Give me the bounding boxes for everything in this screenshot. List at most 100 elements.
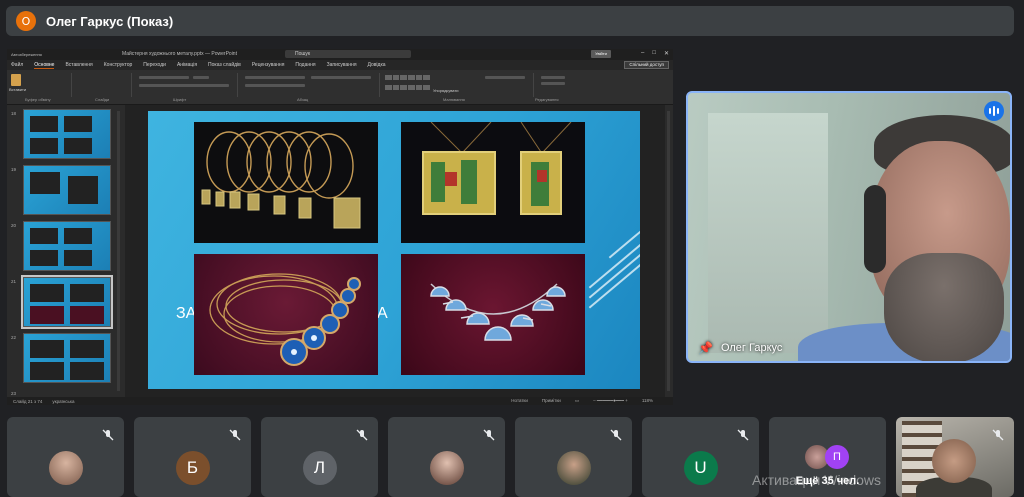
background-door bbox=[708, 113, 828, 353]
pp-title-bar: Автозбереження Майстерня художнього мета… bbox=[7, 49, 673, 60]
paragraph-row[interactable] bbox=[245, 84, 305, 87]
close-icon[interactable]: ✕ bbox=[664, 50, 669, 57]
participant-tile[interactable] bbox=[515, 417, 632, 497]
participant-avatar: П bbox=[825, 445, 849, 469]
thumbnail-scrollbar[interactable] bbox=[117, 111, 120, 391]
shared-screen[interactable]: Автозбереження Майстерня художнього мета… bbox=[7, 49, 673, 405]
headset bbox=[864, 185, 886, 273]
presenter-avatar: О bbox=[16, 11, 36, 31]
presenter-title: Олег Гаркус (Показ) bbox=[46, 13, 174, 29]
share-button[interactable]: Спільний доступ bbox=[624, 61, 669, 69]
tab-transitions[interactable]: Переходи bbox=[143, 62, 166, 68]
arrange-label[interactable]: Упорядкувати bbox=[433, 88, 459, 93]
slide-thumbnail[interactable] bbox=[23, 333, 111, 383]
participant-tile[interactable] bbox=[388, 417, 505, 497]
notes-button[interactable]: Нотатки bbox=[511, 398, 528, 404]
comments-button[interactable]: Примітки bbox=[542, 398, 561, 404]
thumb-number: 19 bbox=[11, 167, 17, 172]
speaking-indicator-icon bbox=[984, 101, 1004, 121]
slide-title-fragment: А bbox=[377, 305, 388, 322]
participant-face bbox=[932, 439, 976, 483]
pinned-video-tile[interactable]: 📌 Олег Гаркус bbox=[686, 91, 1012, 363]
slide-thumbnails[interactable]: 18 19 20 21 22 23 bbox=[11, 109, 115, 397]
pin-icon[interactable]: 📌 bbox=[698, 341, 713, 355]
tab-insert[interactable]: Вставлення bbox=[65, 62, 92, 68]
participant-name: Олег Гаркус bbox=[720, 342, 783, 354]
thumb-number: 18 bbox=[11, 111, 17, 116]
current-slide[interactable]: ЗА А bbox=[148, 111, 640, 389]
find-row[interactable] bbox=[541, 76, 565, 79]
tab-record[interactable]: Записування bbox=[327, 62, 357, 68]
slide-thumbnail[interactable] bbox=[23, 165, 111, 215]
thumb-number: 20 bbox=[11, 223, 17, 228]
mic-off-icon bbox=[483, 429, 495, 444]
thumb-number: 22 bbox=[11, 335, 17, 340]
participant-tile[interactable]: U bbox=[642, 417, 759, 497]
maximize-icon[interactable]: □ bbox=[652, 50, 656, 57]
tab-help[interactable]: Довідка bbox=[368, 62, 386, 68]
slide-photo-silver-necklace bbox=[401, 254, 585, 375]
slide-thumbnail[interactable] bbox=[23, 109, 111, 159]
font-size-box[interactable] bbox=[193, 76, 209, 79]
tab-file[interactable]: Файл bbox=[11, 62, 23, 68]
paragraph-row[interactable] bbox=[245, 76, 305, 79]
replace-row[interactable] bbox=[541, 82, 565, 85]
ribbon-divider bbox=[533, 73, 534, 97]
sign-in-button[interactable]: Увійти bbox=[591, 50, 611, 58]
more-participants-avatars: П bbox=[805, 445, 849, 469]
pp-ribbon: Вставити Упорядкувати Буфер обміну Слайд… bbox=[7, 70, 673, 105]
group-label-editing: Редагування bbox=[535, 97, 559, 102]
group-label-slides: Слайди bbox=[95, 97, 110, 102]
ribbon-divider bbox=[379, 73, 380, 97]
participant-tile[interactable]: Б bbox=[134, 417, 251, 497]
participant-tile[interactable] bbox=[7, 417, 124, 497]
paste-label: Вставити bbox=[9, 87, 27, 92]
autosave-label: Автозбереження bbox=[11, 52, 42, 57]
minimize-icon[interactable]: – bbox=[641, 50, 644, 57]
tab-review[interactable]: Рецензування bbox=[252, 62, 285, 68]
thumb-number: 23 bbox=[11, 391, 17, 396]
shape-fill-row[interactable] bbox=[485, 76, 525, 79]
participant-video-tile[interactable] bbox=[896, 417, 1014, 497]
beard bbox=[884, 253, 1004, 361]
shapes-gallery[interactable] bbox=[385, 75, 430, 93]
search-input[interactable]: Пошук bbox=[285, 50, 411, 58]
slide-thumbnail-selected[interactable] bbox=[21, 275, 113, 329]
zoom-level[interactable]: 118% bbox=[642, 398, 653, 404]
mic-off-icon bbox=[737, 429, 749, 444]
ribbon-divider bbox=[71, 73, 72, 97]
tab-view[interactable]: Подання bbox=[295, 62, 315, 68]
group-label-paragraph: Абзац bbox=[297, 97, 309, 102]
pp-status-bar: Слайд 21 з 74 українська Нотатки Примітк… bbox=[7, 397, 673, 405]
tab-design[interactable]: Конструктор bbox=[104, 62, 133, 68]
ribbon-divider bbox=[237, 73, 238, 97]
group-label-clipboard: Буфер обміну bbox=[25, 97, 51, 102]
language-indicator[interactable]: українська bbox=[52, 399, 74, 404]
participant-avatar bbox=[48, 451, 83, 485]
participant-avatar: U bbox=[683, 451, 718, 485]
slide-photo-blue-necklace bbox=[194, 254, 378, 375]
paste-icon[interactable] bbox=[11, 74, 21, 86]
slide-scrollbar[interactable] bbox=[667, 111, 670, 391]
slide-editor[interactable]: ЗА А bbox=[125, 105, 665, 397]
participant-tile[interactable]: Л bbox=[261, 417, 378, 497]
text-direction-row[interactable] bbox=[311, 76, 371, 79]
slide-photo-pendants bbox=[194, 122, 378, 243]
mic-off-icon bbox=[992, 429, 1004, 444]
zoom-slider[interactable]: – ━━━━━━●━━━ + bbox=[593, 398, 628, 404]
thumb-number: 21 bbox=[11, 279, 17, 284]
font-name-box[interactable] bbox=[139, 76, 189, 79]
tab-animations[interactable]: Анімація bbox=[177, 62, 197, 68]
participant-name-tag: 📌 Олег Гаркус bbox=[698, 341, 782, 355]
pp-menu-tabs: Файл Основне Вставлення Конструктор Пере… bbox=[7, 60, 673, 70]
ribbon-divider bbox=[131, 73, 132, 97]
slide-thumbnail[interactable] bbox=[23, 221, 111, 271]
windows-activation-watermark: Активация Windows bbox=[752, 472, 882, 488]
font-format-row[interactable] bbox=[139, 84, 229, 87]
participant-avatar: Л bbox=[302, 451, 337, 485]
tab-slideshow[interactable]: Показ слайдів bbox=[208, 62, 241, 68]
participant-avatar bbox=[556, 451, 591, 485]
tab-home[interactable]: Основне bbox=[34, 62, 55, 69]
presenter-bar: О Олег Гаркус (Показ) bbox=[6, 6, 1014, 36]
normal-view-icon[interactable]: ▭ bbox=[575, 398, 579, 404]
